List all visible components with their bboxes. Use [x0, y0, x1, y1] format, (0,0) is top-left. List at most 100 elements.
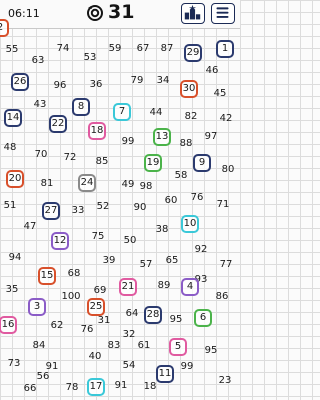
- number-99[interactable]: 99: [122, 137, 135, 147]
- number-31[interactable]: 31: [98, 316, 111, 326]
- number-6-found[interactable]: 6: [194, 309, 212, 327]
- number-30-found[interactable]: 30: [180, 80, 198, 98]
- number-29-found[interactable]: 29: [184, 44, 202, 62]
- number-94[interactable]: 94: [9, 253, 22, 263]
- number-49[interactable]: 49: [122, 180, 135, 190]
- number-20-found[interactable]: 20: [6, 170, 24, 188]
- number-62[interactable]: 62: [51, 321, 64, 331]
- number-12-found[interactable]: 12: [51, 232, 69, 250]
- number-99[interactable]: 99: [181, 362, 194, 372]
- number-74[interactable]: 74: [57, 44, 70, 54]
- number-76[interactable]: 76: [81, 325, 94, 335]
- number-50[interactable]: 50: [124, 236, 137, 246]
- number-44[interactable]: 44: [150, 108, 163, 118]
- number-70[interactable]: 70: [35, 150, 48, 160]
- number-64[interactable]: 64: [126, 309, 139, 319]
- number-58[interactable]: 58: [175, 171, 188, 181]
- number-10-found[interactable]: 10: [181, 215, 199, 233]
- number-15-found[interactable]: 15: [38, 267, 56, 285]
- number-86[interactable]: 86: [216, 292, 229, 302]
- number-40[interactable]: 40: [89, 352, 102, 362]
- number-88[interactable]: 88: [180, 139, 193, 149]
- number-17-found[interactable]: 17: [87, 378, 105, 396]
- number-60[interactable]: 60: [165, 196, 178, 206]
- number-61[interactable]: 61: [138, 341, 151, 351]
- number-71[interactable]: 71: [217, 200, 230, 210]
- number-43[interactable]: 43: [34, 100, 47, 110]
- number-19-found[interactable]: 19: [144, 154, 162, 172]
- number-90[interactable]: 90: [134, 203, 147, 213]
- number-69[interactable]: 69: [94, 286, 107, 296]
- number-66[interactable]: 66: [24, 384, 37, 394]
- number-45[interactable]: 45: [214, 89, 227, 99]
- number-72[interactable]: 72: [64, 153, 77, 163]
- number-76[interactable]: 76: [191, 193, 204, 203]
- number-42[interactable]: 42: [220, 114, 233, 124]
- number-67[interactable]: 67: [137, 44, 150, 54]
- number-47[interactable]: 47: [24, 222, 37, 232]
- number-78[interactable]: 78: [66, 383, 79, 393]
- number-73[interactable]: 73: [8, 359, 21, 369]
- number-35[interactable]: 35: [6, 285, 19, 295]
- number-34[interactable]: 34: [157, 76, 170, 86]
- number-51[interactable]: 51: [4, 201, 17, 211]
- number-96[interactable]: 96: [54, 81, 67, 91]
- number-84[interactable]: 84: [33, 341, 46, 351]
- number-18-found[interactable]: 18: [88, 122, 106, 140]
- number-95[interactable]: 95: [205, 346, 218, 356]
- number-54[interactable]: 54: [123, 361, 136, 371]
- number-77[interactable]: 77: [220, 260, 233, 270]
- number-100[interactable]: 100: [61, 292, 80, 302]
- number-22-found[interactable]: 22: [49, 115, 67, 133]
- number-59[interactable]: 59: [109, 44, 122, 54]
- number-82[interactable]: 82: [185, 112, 198, 122]
- number-13-found[interactable]: 13: [153, 128, 171, 146]
- number-7-found[interactable]: 7: [113, 103, 131, 121]
- number-56[interactable]: 56: [37, 372, 50, 382]
- number-52[interactable]: 52: [97, 202, 110, 212]
- number-91[interactable]: 91: [115, 381, 128, 391]
- number-85[interactable]: 85: [96, 157, 109, 167]
- number-2-found[interactable]: 2: [0, 19, 9, 37]
- number-97[interactable]: 97: [205, 132, 218, 142]
- number-48[interactable]: 48: [4, 143, 17, 153]
- number-26-found[interactable]: 26: [11, 73, 29, 91]
- number-14-found[interactable]: 14: [4, 109, 22, 127]
- number-65[interactable]: 65: [166, 256, 179, 266]
- number-33[interactable]: 33: [72, 206, 85, 216]
- number-21-found[interactable]: 21: [119, 278, 137, 296]
- number-4-found[interactable]: 4: [181, 278, 199, 296]
- number-8-found[interactable]: 8: [72, 98, 90, 116]
- number-75[interactable]: 75: [92, 232, 105, 242]
- number-24-found[interactable]: 24: [78, 174, 96, 192]
- number-23[interactable]: 23: [219, 376, 232, 386]
- leaderboard-button[interactable]: [181, 3, 205, 24]
- number-92[interactable]: 92: [195, 245, 208, 255]
- number-3-found[interactable]: 3: [28, 298, 46, 316]
- number-18[interactable]: 18: [144, 382, 157, 392]
- number-53[interactable]: 53: [84, 53, 97, 63]
- number-32[interactable]: 32: [123, 330, 136, 340]
- number-1-found[interactable]: 1: [216, 40, 234, 58]
- number-28-found[interactable]: 28: [144, 306, 162, 324]
- number-80[interactable]: 80: [222, 165, 235, 175]
- number-36[interactable]: 36: [90, 80, 103, 90]
- number-98[interactable]: 98: [140, 182, 153, 192]
- number-38[interactable]: 38: [156, 225, 169, 235]
- number-63[interactable]: 63: [32, 56, 45, 66]
- number-79[interactable]: 79: [131, 76, 144, 86]
- number-27-found[interactable]: 27: [42, 202, 60, 220]
- number-87[interactable]: 87: [161, 44, 174, 54]
- number-46[interactable]: 46: [206, 66, 219, 76]
- number-39[interactable]: 39: [103, 256, 116, 266]
- number-57[interactable]: 57: [140, 260, 153, 270]
- number-25-found[interactable]: 25: [87, 298, 105, 316]
- number-68[interactable]: 68: [68, 269, 81, 279]
- number-16-found[interactable]: 16: [0, 316, 17, 334]
- number-81[interactable]: 81: [41, 179, 54, 189]
- number-55[interactable]: 55: [6, 45, 19, 55]
- number-83[interactable]: 83: [108, 341, 121, 351]
- number-89[interactable]: 89: [158, 281, 171, 291]
- number-5-found[interactable]: 5: [169, 338, 187, 356]
- menu-button[interactable]: [211, 3, 235, 24]
